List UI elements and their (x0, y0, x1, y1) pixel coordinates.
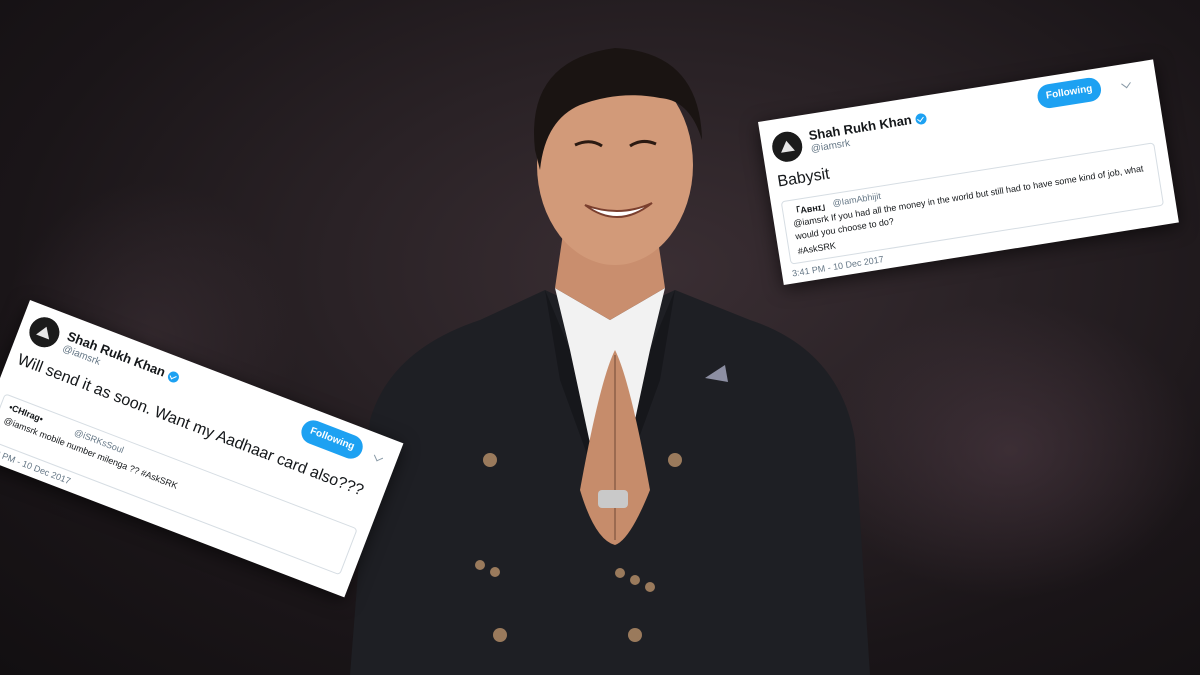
quoted-tweet[interactable]: 「Aʙʜɪ」 @IamAbhijit @iamsrk If you had al… (780, 142, 1165, 265)
avatar[interactable] (25, 312, 64, 352)
verified-badge-icon (914, 112, 928, 126)
chevron-down-icon[interactable] (1121, 78, 1131, 89)
chevron-down-icon[interactable] (373, 452, 384, 462)
following-button[interactable]: Following (1035, 76, 1103, 110)
tweet-text: Babysit (776, 165, 831, 191)
quoted-text: @iamsrk mobile number milenga ?? #AskSRK (2, 415, 180, 491)
verified-badge-icon (166, 369, 181, 385)
author-name[interactable]: Shah Rukh Khan (808, 110, 928, 143)
avatar[interactable] (770, 129, 805, 164)
photo-stage: Shah Rukh Khan @iamsrk Following Will se… (0, 0, 1200, 675)
